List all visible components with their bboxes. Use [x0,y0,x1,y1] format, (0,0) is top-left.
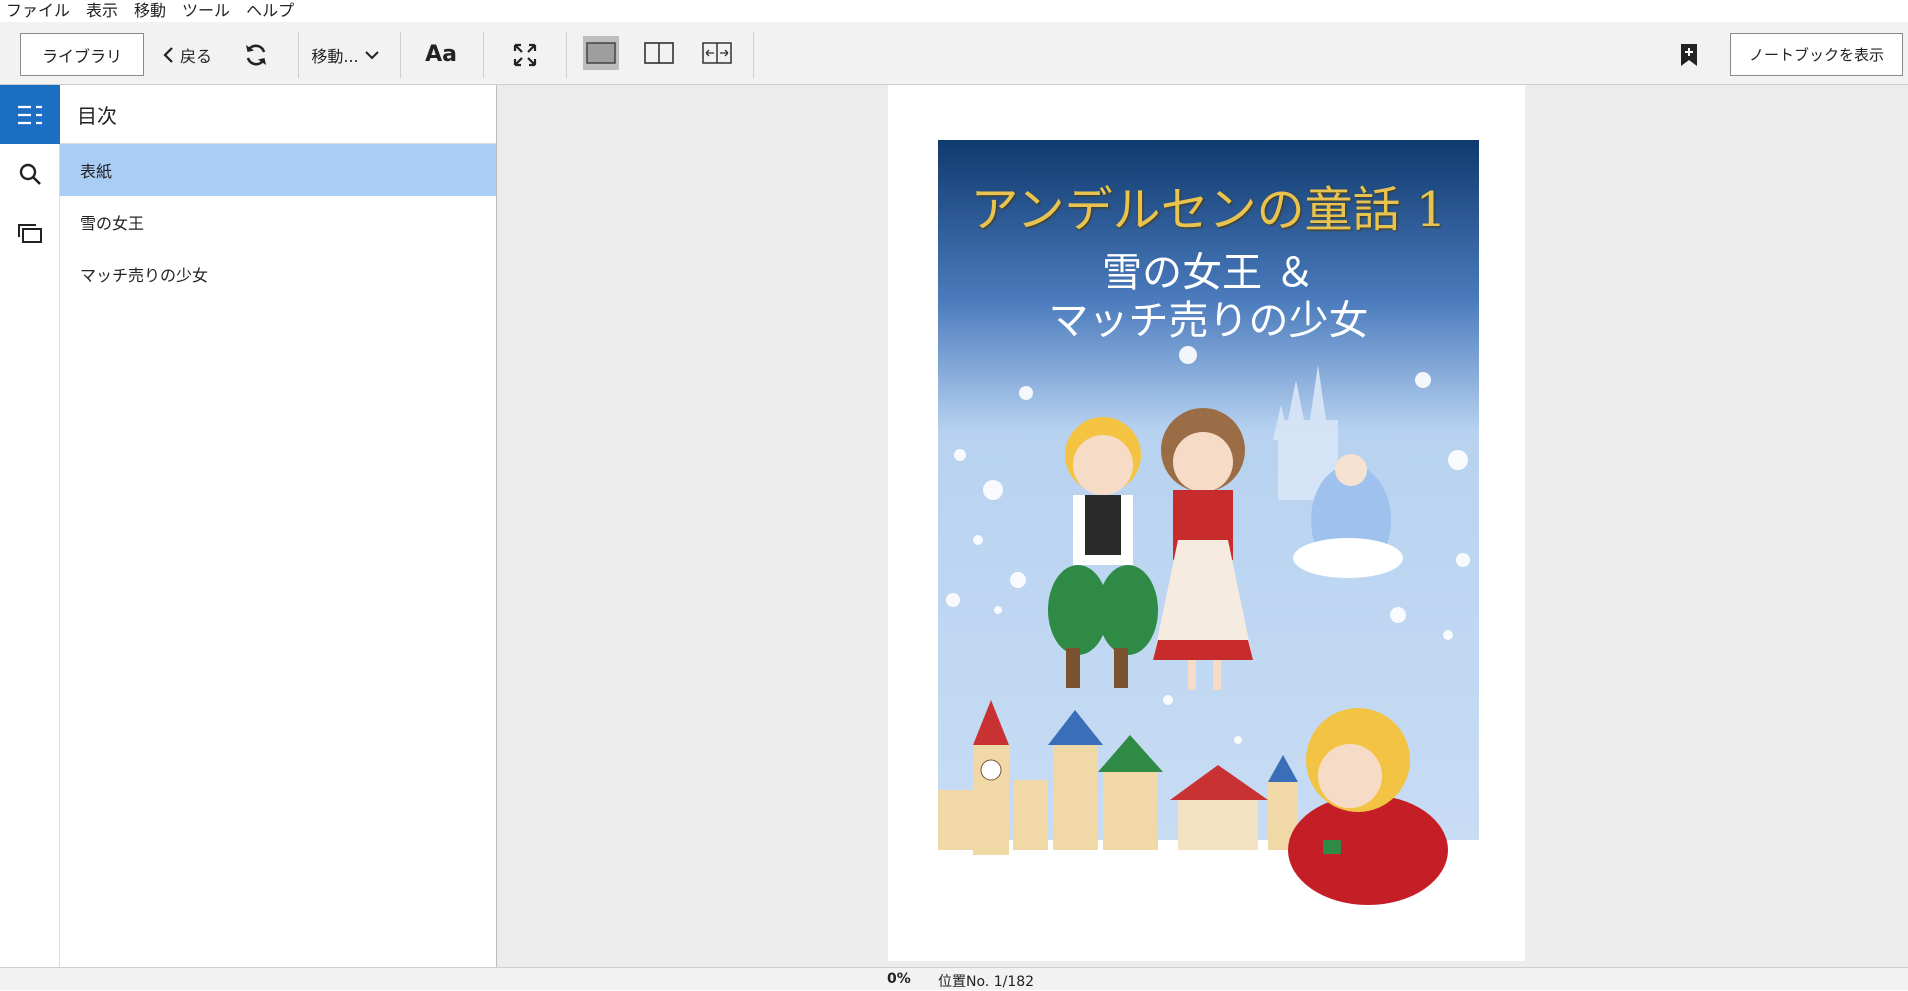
chevron-left-icon [163,46,173,63]
pages-icon [18,223,42,243]
menu-bar: ファイル 表示 移動 ツール ヘルプ [0,0,1908,22]
menu-go[interactable]: 移動 [126,0,174,22]
two-page-view-button[interactable] [641,36,677,70]
toc-tab-button[interactable] [0,85,60,144]
back-label: 戻る [179,46,212,66]
toolbar: ライブラリ 戻る 移動... Aa ノートブックを表示 [0,22,1908,85]
back-button[interactable]: 戻る [158,33,216,76]
font-settings-button[interactable]: Aa [416,33,466,76]
menu-file[interactable]: ファイル [0,0,78,22]
sync-button[interactable] [236,33,276,76]
menu-view[interactable]: 表示 [78,0,126,22]
toc-item-match-girl[interactable]: マッチ売りの少女 [60,248,496,300]
show-notebook-button[interactable]: ノートブックを表示 [1730,33,1903,76]
show-notebook-label: ノートブックを表示 [1748,46,1884,64]
cover-illustration: アンデルセンの童話 1 雪の女王 ＆ マッチ売りの少女 [938,140,1479,930]
chevron-down-icon [364,50,379,59]
location-indicator: 位置No. 1/182 [938,974,1035,990]
toc-item-cover[interactable]: 表紙 [60,144,496,196]
status-bar: 0% 位置No. 1/182 [0,967,1908,990]
font-settings-label: Aa [425,42,457,67]
search-tab-button[interactable] [0,144,60,203]
single-page-icon [586,42,616,64]
fullscreen-icon [513,43,537,66]
menu-help[interactable]: ヘルプ [238,0,302,22]
reader-area[interactable]: アンデルセンの童話 1 雪の女王 ＆ マッチ売りの少女 [497,85,1908,967]
toc-item-snow-queen[interactable]: 雪の女王 [60,196,496,248]
book-page: アンデルセンの童話 1 雪の女王 ＆ マッチ売りの少女 [888,85,1525,961]
single-page-view-button[interactable] [583,36,619,70]
fullscreen-button[interactable] [505,33,545,76]
pages-tab-button[interactable] [0,203,60,262]
fit-width-view-button[interactable] [699,36,735,70]
progress-percent: 0% [887,971,911,987]
library-label: ライブラリ [41,46,122,66]
sidebar-icon-rail [0,85,60,967]
two-page-icon [644,42,674,64]
toc-title: 目次 [60,85,496,144]
goto-label: 移動... [311,46,359,66]
cover-title-main: アンデルセンの童話 1 [970,182,1447,238]
bookmark-add-icon [1681,43,1697,66]
sync-icon [246,44,266,65]
search-icon [19,163,41,185]
fit-width-icon [702,42,732,64]
menu-tools[interactable]: ツール [174,0,238,22]
toc-panel: 目次 表紙 雪の女王 マッチ売りの少女 [60,85,497,967]
goto-dropdown[interactable]: 移動... [306,33,384,76]
toc-list-icon [18,105,42,124]
cover-title-line3: マッチ売りの少女 [1048,298,1369,344]
add-bookmark-button[interactable] [1670,33,1708,76]
library-button[interactable]: ライブラリ [20,33,144,76]
